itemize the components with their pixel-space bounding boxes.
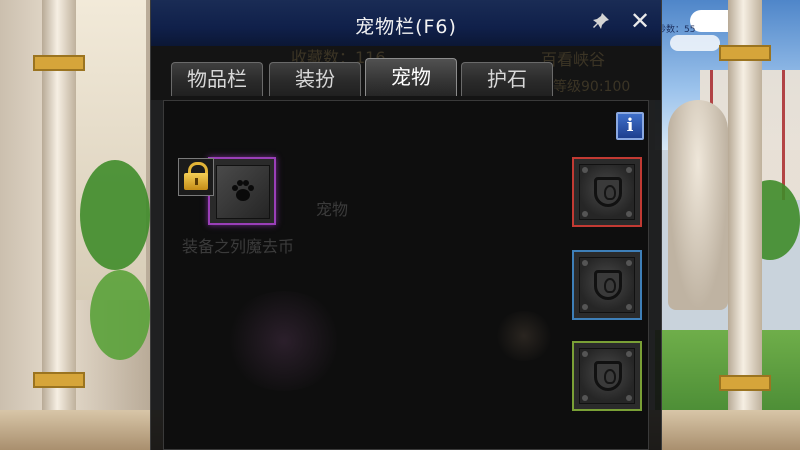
background-level-text: 等级90:100 — [553, 79, 631, 95]
lock-body — [184, 173, 208, 190]
close-icon[interactable]: ✕ — [629, 9, 651, 33]
equip-slot-frame — [579, 257, 635, 313]
paw-icon-graphic — [232, 180, 254, 201]
shield-icon — [594, 177, 622, 207]
title-bar[interactable]: 宠物栏(F6) ✕ — [151, 0, 661, 47]
shield-icon — [594, 270, 622, 300]
left-vines — [80, 160, 150, 270]
rivet — [582, 167, 588, 173]
left-column-capital — [33, 55, 85, 71]
pet-window: 宠物栏(F6) ✕ 收藏数：116 百看峡谷 等级90:100 物品栏 装扮 宠… — [150, 0, 662, 450]
statue — [668, 100, 728, 310]
rivet — [626, 395, 632, 401]
item-preview-silhouette — [494, 311, 554, 361]
equip-slot-frame — [579, 348, 635, 404]
left-bush — [90, 270, 150, 360]
rivet — [582, 260, 588, 266]
pet-slot[interactable] — [208, 157, 276, 225]
rivet — [626, 167, 632, 173]
rivet — [626, 351, 632, 357]
rivet — [626, 260, 632, 266]
tab-inventory[interactable]: 物品栏 — [171, 62, 263, 96]
lock-keyhole — [195, 178, 198, 185]
info-button[interactable]: i — [616, 112, 644, 140]
window-title: 宠物栏(F6) — [355, 16, 457, 38]
lock-icon[interactable] — [178, 158, 214, 196]
shield-icon — [594, 361, 622, 391]
right-column-capital — [719, 45, 771, 61]
paw-icon — [217, 179, 269, 209]
pin-icon[interactable] — [591, 12, 611, 32]
equip-slot-green[interactable] — [572, 341, 642, 411]
left-column-base — [33, 372, 85, 388]
pet-preview-silhouette — [224, 291, 344, 391]
equip-slot-frame — [579, 164, 635, 220]
right-column-base — [719, 375, 771, 391]
equip-slot-blue[interactable] — [572, 250, 642, 320]
rivet — [582, 304, 588, 310]
top-right-banner: 秒数：55 — [657, 25, 696, 35]
pet-desc-faded: 装备之列魔去币 — [182, 237, 295, 256]
rivet — [582, 395, 588, 401]
equip-slot-red[interactable] — [572, 157, 642, 227]
pin-icon-graphic — [593, 13, 609, 29]
rivet — [626, 304, 632, 310]
rivet — [582, 351, 588, 357]
tab-pet[interactable]: 宠物 — [365, 58, 457, 96]
pet-name-faded: 宠物 — [316, 200, 349, 219]
tab-avatar[interactable]: 装扮 — [269, 62, 361, 96]
rivet — [582, 211, 588, 217]
pet-slot-frame — [216, 165, 270, 219]
rivet — [626, 211, 632, 217]
tab-talisman[interactable]: 护石 — [461, 62, 553, 96]
